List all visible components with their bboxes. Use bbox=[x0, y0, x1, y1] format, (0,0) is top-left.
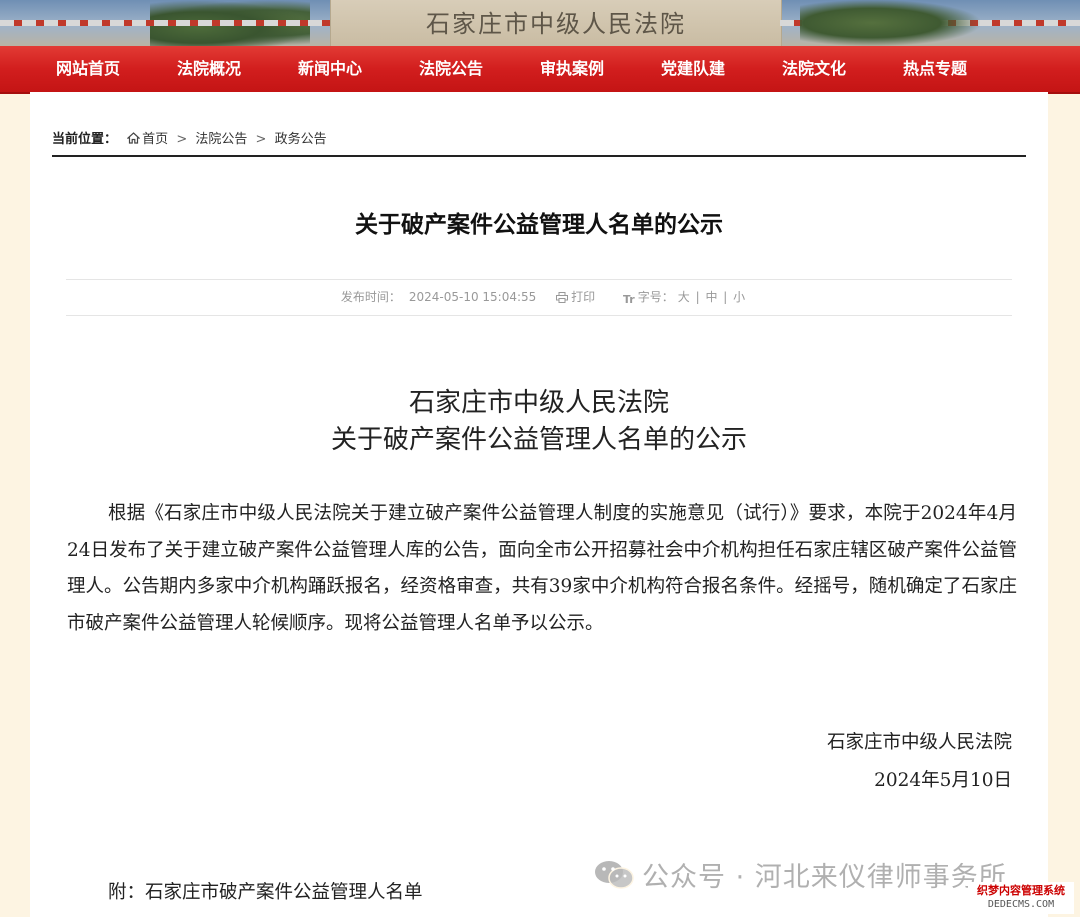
font-size-medium[interactable]: 中 bbox=[705, 290, 717, 304]
breadcrumb-separator: > bbox=[255, 132, 267, 147]
nav-item-culture[interactable]: 法院文化 bbox=[782, 46, 903, 92]
font-size-icon: Tr bbox=[622, 293, 635, 306]
attachment-line[interactable]: 附：石家庄市破产案件公益管理人名单 bbox=[108, 878, 423, 904]
breadcrumb-label: 当前位置： bbox=[52, 132, 118, 147]
font-size-label: 字号： bbox=[637, 290, 674, 304]
banner-railing-left bbox=[0, 20, 330, 26]
font-size-control: Tr 字号： 大 | 中 | 小 bbox=[615, 290, 745, 306]
nav-item-announcements[interactable]: 法院公告 bbox=[419, 46, 540, 92]
nav-item-topics[interactable]: 热点专题 bbox=[903, 46, 1024, 92]
nav-item-party[interactable]: 党建队建 bbox=[661, 46, 782, 92]
print-button[interactable]: 打印 bbox=[556, 290, 595, 304]
cms-badge: 织梦内容管理系统 DEDECMS.COM bbox=[968, 882, 1074, 914]
publish-info: 发布时间： 2024-05-10 15:04:55 bbox=[333, 290, 536, 304]
watermark-text: 公众号 · 河北来仪律师事务所 bbox=[642, 862, 1007, 893]
nav-item-cases[interactable]: 审执案例 bbox=[540, 46, 661, 92]
publish-label: 发布时间： bbox=[340, 290, 401, 304]
banner-court-stone: 石家庄市中级人民法院 bbox=[330, 0, 782, 46]
signature-organization: 石家庄市中级人民法院 bbox=[826, 732, 1012, 753]
article-body: 根据《石家庄市中级人民法院关于建立破产案件公益管理人制度的实施意见（试行）》要求… bbox=[67, 503, 1017, 634]
article-heading-line2: 关于破产案件公益管理人名单的公示 bbox=[330, 425, 747, 455]
wechat-watermark: 公众号 · 河北来仪律师事务所 bbox=[594, 855, 1007, 894]
content-panel: 当前位置： 首页 > 法院公告 > 政务公告 关于破产案件公益管理人名单的公示 … bbox=[30, 92, 1048, 917]
article-title: 关于破产案件公益管理人名单的公示 bbox=[355, 212, 723, 238]
breadcrumb: 当前位置： 首页 > 法院公告 > 政务公告 bbox=[52, 128, 327, 147]
breadcrumb-divider bbox=[52, 155, 1026, 157]
header-banner: 石家庄市中级人民法院 bbox=[0, 0, 1080, 46]
nav-item-news[interactable]: 新闻中心 bbox=[298, 46, 419, 92]
font-size-small[interactable]: 小 bbox=[733, 290, 745, 304]
font-size-separator: | bbox=[695, 290, 700, 304]
cms-badge-line1: 织梦内容管理系统 bbox=[977, 884, 1065, 897]
breadcrumb-announcements[interactable]: 法院公告 bbox=[195, 132, 247, 147]
printer-icon bbox=[556, 292, 569, 303]
breadcrumb-home[interactable]: 首页 bbox=[142, 132, 168, 147]
article-heading-line1: 石家庄市中级人民法院 bbox=[408, 388, 669, 418]
wechat-icon bbox=[595, 861, 634, 889]
cms-badge-line2: DEDECMS.COM bbox=[987, 899, 1055, 910]
banner-stone-title: 石家庄市中级人民法院 bbox=[426, 10, 686, 38]
nav-item-home[interactable]: 网站首页 bbox=[56, 46, 177, 92]
print-label: 打印 bbox=[571, 290, 596, 304]
font-size-large[interactable]: 大 bbox=[678, 290, 690, 304]
signature-date: 2024年5月10日 bbox=[874, 770, 1012, 791]
publish-time: 2024-05-10 15:04:55 bbox=[408, 290, 537, 304]
breadcrumb-separator: > bbox=[176, 132, 188, 147]
article-meta-bar: 发布时间： 2024-05-10 15:04:55 打印 Tr 字号： 大 | 中 |… bbox=[66, 279, 1012, 316]
nav-item-overview[interactable]: 法院概况 bbox=[177, 46, 298, 92]
main-nav: 网站首页 法院概况 新闻中心 法院公告 审执案例 党建队建 法院文化 热点专题 bbox=[0, 46, 1080, 92]
font-size-separator: | bbox=[723, 290, 728, 304]
banner-trees-right bbox=[800, 0, 980, 46]
breadcrumb-government-notices[interactable]: 政务公告 bbox=[275, 132, 327, 147]
home-icon bbox=[127, 132, 141, 144]
